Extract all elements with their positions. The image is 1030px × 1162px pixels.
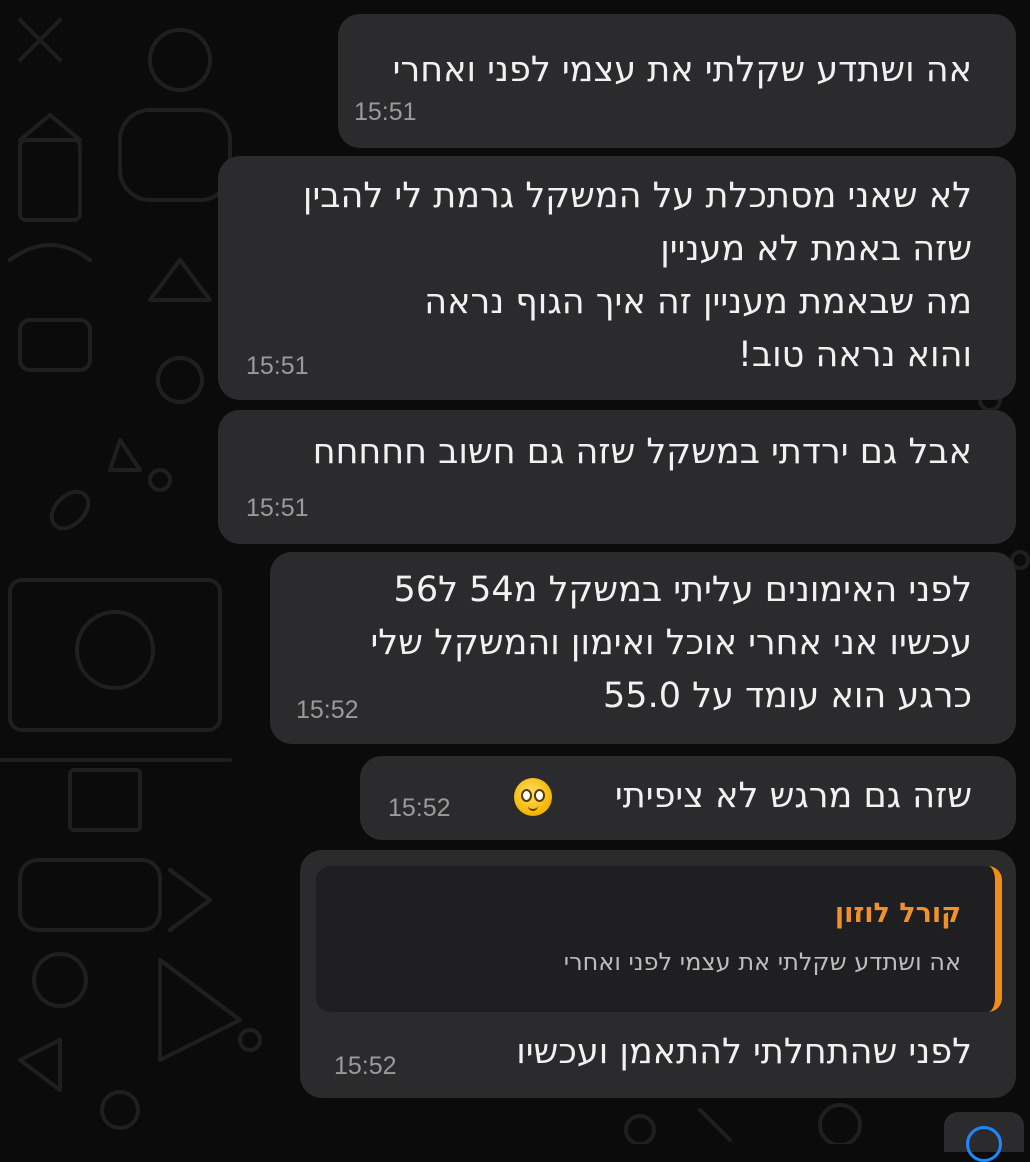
message-text: לפני שהתחלתי להתאמן ועכשיו xyxy=(516,1032,972,1072)
reply-quote[interactable]: קורל לוזון אה ושתדע שקלתי את עצמי לפני ו… xyxy=(316,866,1002,1012)
chevron-down-icon xyxy=(966,1126,1002,1162)
message-text: אה ושתדע שקלתי את עצמי לפני ואחרי xyxy=(392,50,972,90)
message-time: 15:51 xyxy=(246,352,309,380)
reply-quoted-text: אה ושתדע שקלתי את עצמי לפני ואחרי xyxy=(563,948,961,976)
message-time: 15:52 xyxy=(388,794,451,822)
pleading-face-icon xyxy=(514,778,552,816)
message-time: 15:51 xyxy=(246,494,309,522)
message-time: 15:52 xyxy=(296,696,359,724)
message-text: לא שאני מסתכלת על המשקל גרמת לי להבין שז… xyxy=(302,176,972,375)
message-text: לפני האימונים עליתי במשקל מ54 ל56 עכשיו … xyxy=(370,570,972,716)
message-time: 15:52 xyxy=(334,1052,397,1080)
message-bubble[interactable]: שזה גם מרגש לא ציפיתי 15:52 xyxy=(360,756,1016,840)
message-bubble[interactable]: לפני האימונים עליתי במשקל מ54 ל56 עכשיו … xyxy=(270,552,1016,744)
message-text: שזה גם מרגש לא ציפיתי xyxy=(614,776,972,816)
message-text: אבל גם ירדתי במשקל שזה גם חשוב חחחחח xyxy=(312,432,972,472)
message-bubble[interactable]: לא שאני מסתכלת על המשקל גרמת לי להבין שז… xyxy=(218,156,1016,400)
reply-author: קורל לוזון xyxy=(834,898,961,929)
scroll-to-bottom-button[interactable] xyxy=(944,1112,1024,1162)
message-bubble[interactable]: אה ושתדע שקלתי את עצמי לפני ואחרי 15:51 xyxy=(338,14,1016,148)
message-time: 15:51 xyxy=(354,98,417,126)
message-bubble[interactable]: אבל גם ירדתי במשקל שזה גם חשוב חחחחח 15:… xyxy=(218,410,1016,544)
